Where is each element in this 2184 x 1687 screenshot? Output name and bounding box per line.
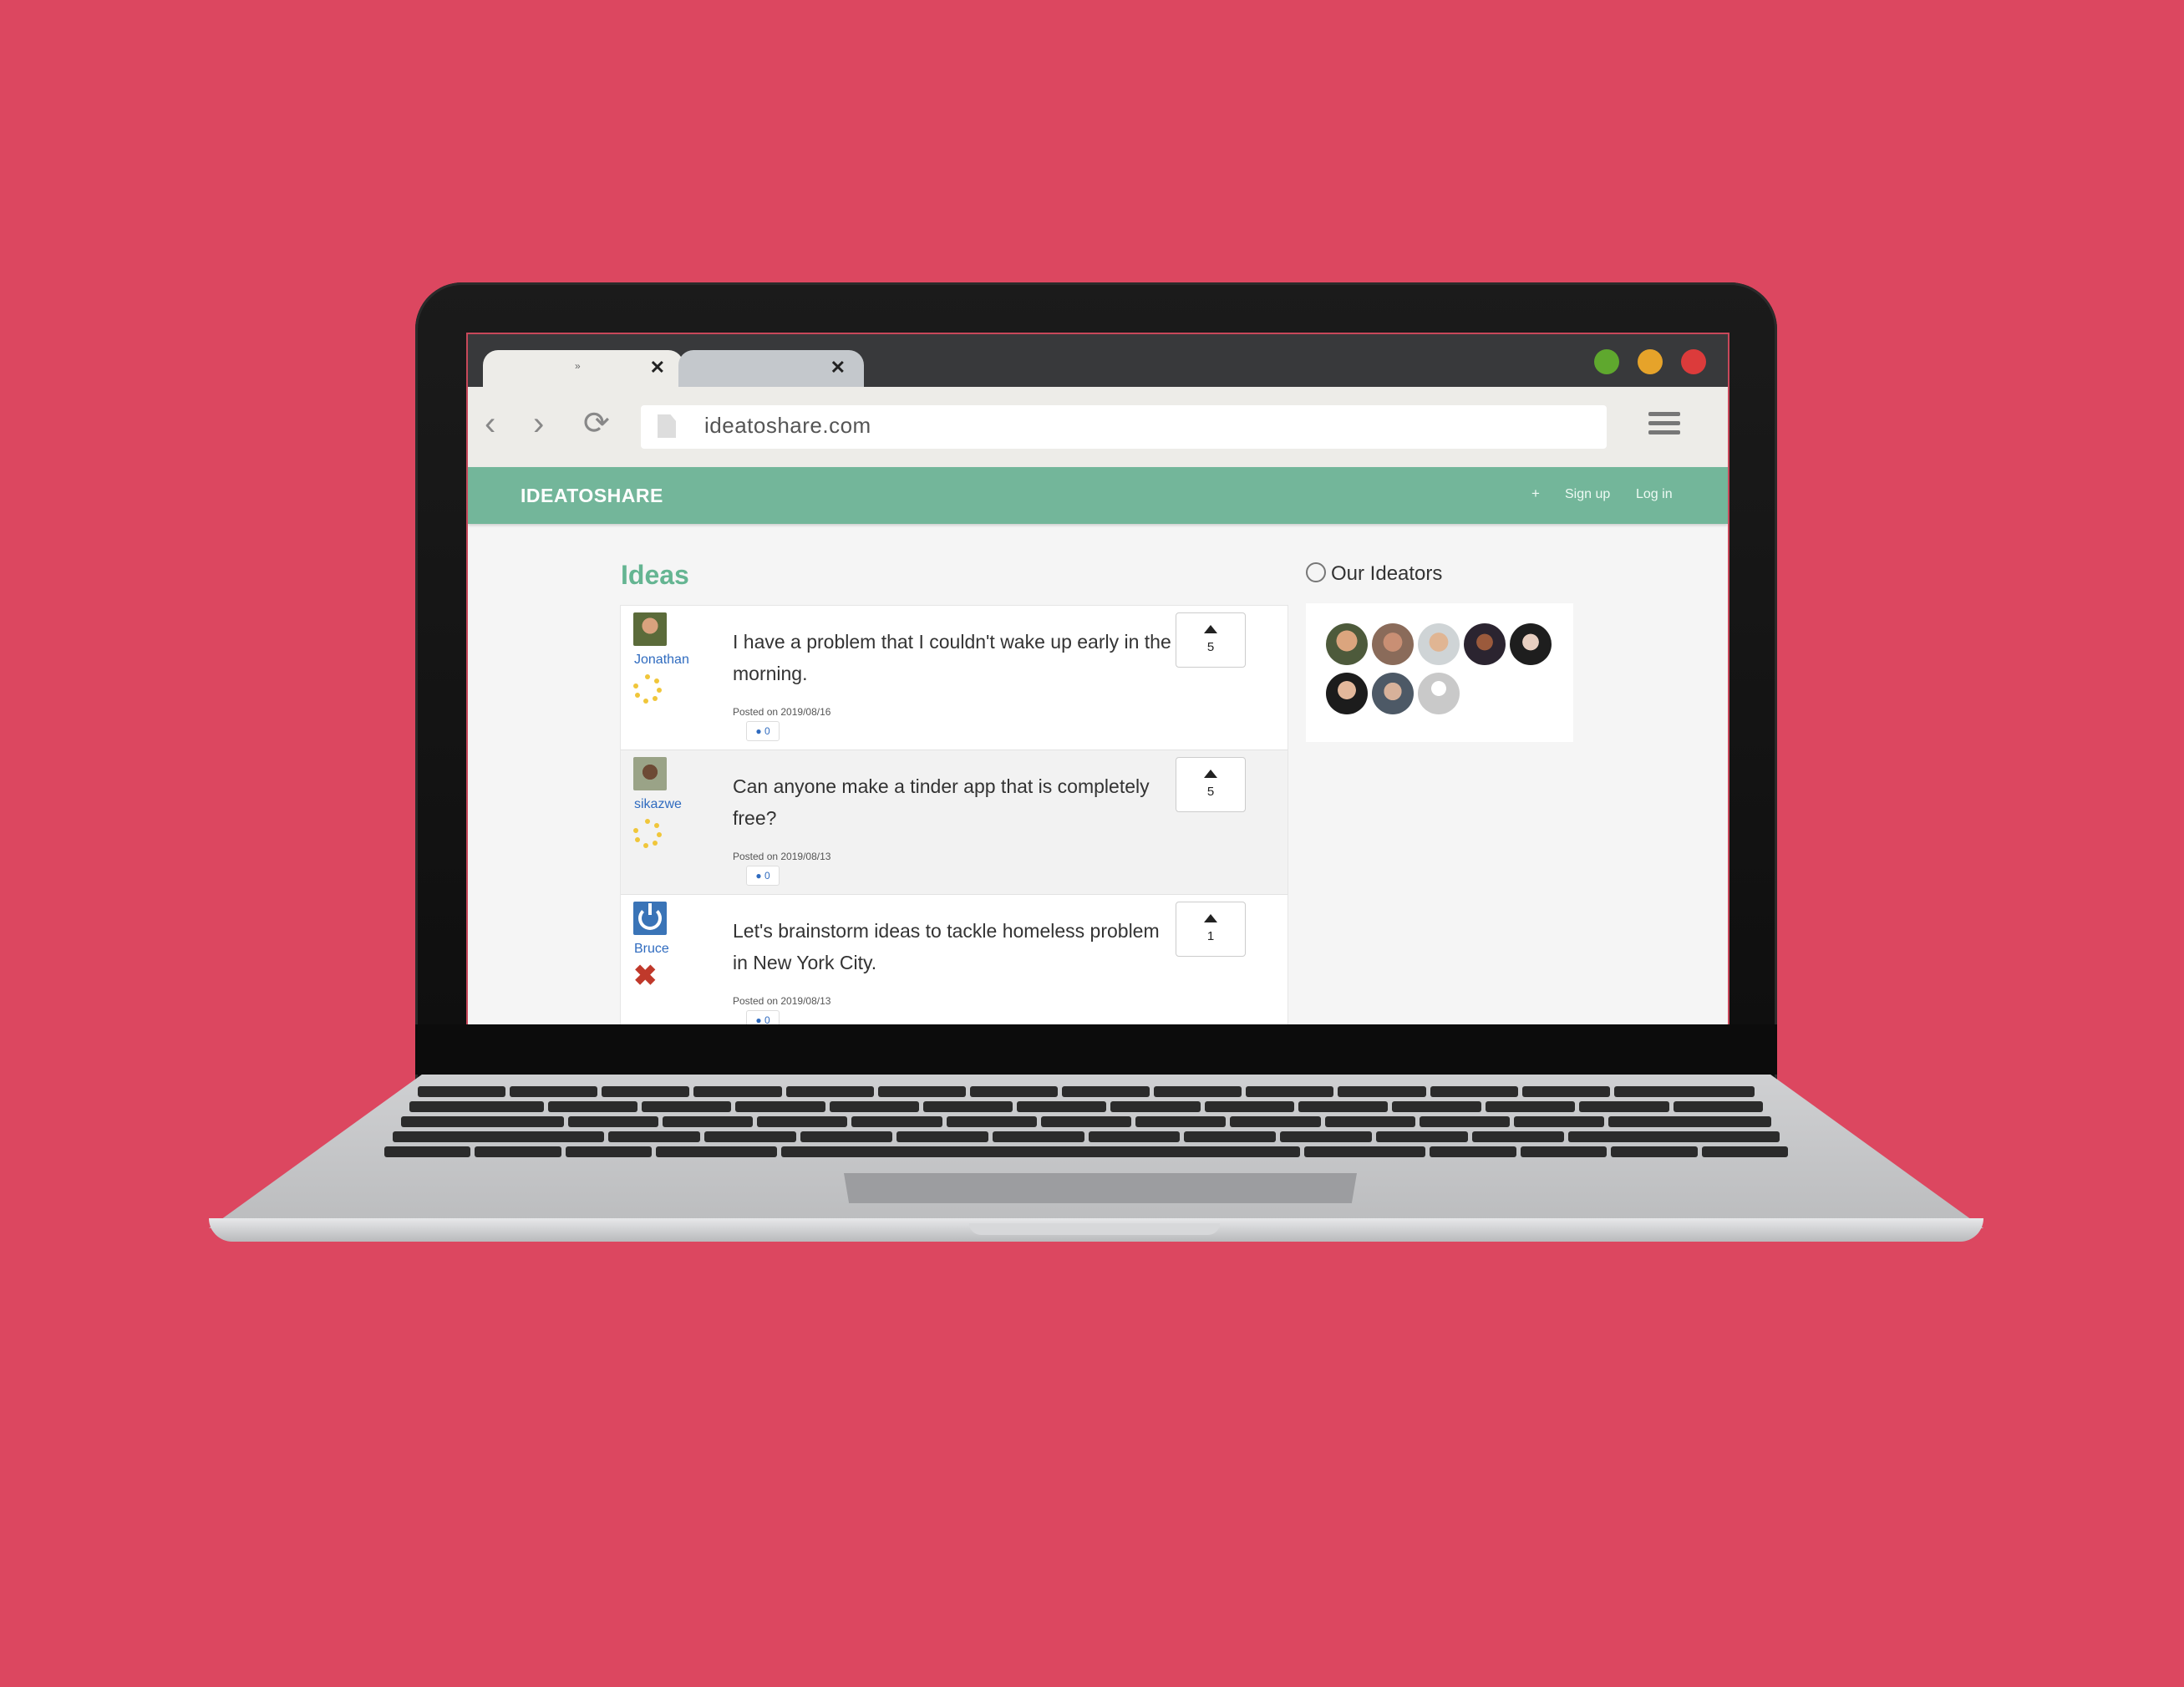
keyboard-row — [384, 1146, 1789, 1157]
comments-button[interactable]: ● 0 — [746, 721, 780, 741]
laptop-notch — [969, 1223, 1220, 1235]
ideators-heading: Our Ideators — [1306, 562, 1442, 586]
keyboard-row — [401, 1116, 1771, 1127]
upvote-button[interactable]: 5 — [1176, 612, 1246, 668]
idea-item: Bruce ✖ Let's brainstorm ideas to tackle… — [621, 895, 1288, 1024]
tab-close-icon[interactable]: ✕ — [830, 357, 846, 379]
tab-close-icon[interactable]: ✕ — [650, 357, 665, 379]
site-brand[interactable]: IDEATOSHARE — [521, 485, 663, 507]
comment-count: 0 — [764, 870, 770, 882]
upvote-arrow-icon — [1204, 625, 1217, 633]
hexagon-icon — [1306, 562, 1326, 582]
browser-tab-active[interactable]: » ✕ — [483, 350, 683, 387]
comments-button[interactable]: ● 0 — [746, 866, 780, 886]
ideator-avatar[interactable] — [1464, 623, 1506, 665]
laptop-hinge — [415, 1024, 1777, 1075]
laptop-screen: » ✕ ✕ ‹ › ⟳ ideatoshare.com IDEATOSHARE … — [468, 334, 1728, 1024]
ideator-avatar[interactable] — [1510, 623, 1552, 665]
signup-link[interactable]: Sign up — [1565, 487, 1610, 502]
vote-count: 1 — [1206, 929, 1215, 943]
loading-dots-icon — [633, 674, 662, 704]
keyboard-row — [393, 1131, 1780, 1142]
browser-tab-bar: » ✕ ✕ — [468, 334, 1728, 387]
address-bar[interactable]: ideatoshare.com — [641, 405, 1607, 449]
browser-toolbar: ‹ › ⟳ ideatoshare.com — [468, 387, 1728, 467]
reload-icon[interactable]: ⟳ — [583, 407, 610, 440]
ideators-heading-text: Our Ideators — [1331, 562, 1443, 585]
posted-date: Posted on 2019/08/13 — [733, 851, 831, 862]
upvote-button[interactable]: 5 — [1176, 757, 1246, 812]
vote-count: 5 — [1206, 785, 1215, 799]
ideator-avatar[interactable] — [1372, 623, 1414, 665]
upvote-button[interactable]: 1 — [1176, 902, 1246, 957]
avatar[interactable] — [633, 612, 667, 646]
document-icon — [658, 414, 676, 438]
url-text[interactable]: ideatoshare.com — [704, 413, 871, 439]
ideator-avatar[interactable] — [1372, 673, 1414, 714]
username-link[interactable]: Bruce — [634, 942, 669, 957]
window-close-button[interactable] — [1681, 349, 1706, 374]
idea-item: sikazwe Can anyone make a tinder app tha… — [621, 750, 1288, 895]
loading-dots-icon — [633, 819, 662, 848]
posted-date: Posted on 2019/08/16 — [733, 706, 831, 718]
ideas-list: Jonathan I have a problem that I couldn'… — [621, 606, 1288, 1024]
ideator-avatar[interactable] — [1418, 623, 1460, 665]
keyboard-row — [409, 1101, 1763, 1112]
idea-item: Jonathan I have a problem that I couldn'… — [621, 606, 1288, 750]
menu-icon[interactable] — [1648, 412, 1680, 440]
idea-text[interactable]: Can anyone make a tinder app that is com… — [733, 770, 1176, 834]
comment-icon: ● — [755, 725, 762, 737]
comment-icon: ● — [755, 1014, 762, 1024]
comments-button[interactable]: ● 0 — [746, 1010, 780, 1024]
ideas-heading: Ideas — [621, 560, 689, 590]
avatar[interactable] — [633, 902, 667, 935]
vote-count: 5 — [1206, 640, 1215, 654]
username-link[interactable]: Jonathan — [634, 653, 689, 668]
window-maximize-button[interactable] — [1594, 349, 1619, 374]
comment-icon: ● — [755, 870, 762, 882]
back-icon[interactable]: ‹ — [485, 407, 495, 440]
upvote-arrow-icon — [1204, 770, 1217, 778]
idea-text[interactable]: I have a problem that I couldn't wake up… — [733, 626, 1176, 689]
username-link[interactable]: sikazwe — [634, 797, 682, 812]
posted-date: Posted on 2019/08/13 — [733, 995, 831, 1007]
comment-count: 0 — [764, 725, 770, 737]
comment-count: 0 — [764, 1014, 770, 1024]
keyboard-row — [418, 1086, 1755, 1097]
site-navbar: IDEATOSHARE + Sign up Log in — [468, 467, 1728, 524]
keyboard — [384, 1086, 1789, 1161]
ideator-avatar[interactable] — [1326, 623, 1368, 665]
new-idea-link[interactable]: + — [1531, 485, 1540, 502]
forward-icon[interactable]: › — [533, 407, 544, 440]
power-icon — [638, 903, 662, 930]
avatar[interactable] — [633, 757, 667, 790]
trackpad — [844, 1173, 1357, 1203]
browser-tab-inactive[interactable]: ✕ — [678, 350, 864, 387]
login-link[interactable]: Log in — [1636, 487, 1673, 502]
ideator-avatar[interactable] — [1326, 673, 1368, 714]
ideator-avatar-default[interactable] — [1418, 673, 1460, 714]
window-minimize-button[interactable] — [1638, 349, 1663, 374]
upvote-arrow-icon — [1204, 914, 1217, 922]
ideators-panel — [1306, 603, 1573, 742]
idea-text[interactable]: Let's brainstorm ideas to tackle homeles… — [733, 915, 1176, 978]
close-icon: ✖ — [633, 960, 658, 992]
tab-title: » — [575, 360, 581, 372]
